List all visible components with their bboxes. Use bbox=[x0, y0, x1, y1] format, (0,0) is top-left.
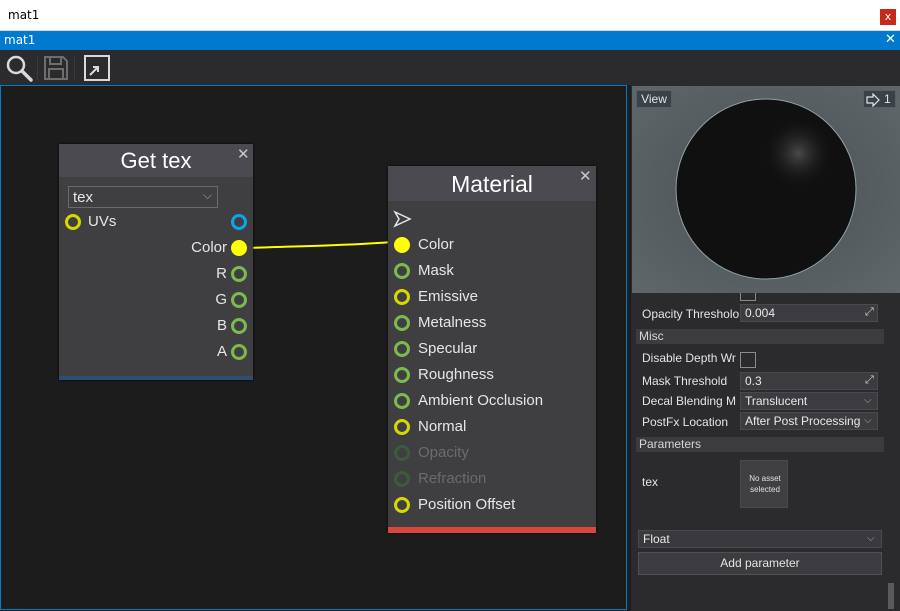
preview-overlay: View 1 bbox=[632, 86, 900, 293]
postfx-location-label: PostFx Location bbox=[642, 415, 729, 429]
send-icon bbox=[393, 210, 412, 228]
opacity-threshold-value: 0.004 bbox=[745, 306, 776, 320]
postfx-location-value: After Post Processing bbox=[745, 414, 861, 428]
pin-color-out[interactable] bbox=[231, 240, 247, 256]
tab-close-icon[interactable]: ✕ bbox=[885, 32, 896, 47]
lights-button[interactable]: 1 bbox=[863, 90, 896, 108]
mask-threshold-value: 0.3 bbox=[745, 374, 762, 388]
lights-count: 1 bbox=[884, 92, 891, 106]
pin-label-a: A bbox=[216, 343, 227, 360]
pin-r-out[interactable] bbox=[231, 266, 247, 282]
node-footer bbox=[388, 527, 596, 533]
pin-b-out[interactable] bbox=[231, 318, 247, 334]
disable-depth-label: Disable Depth Wr bbox=[642, 351, 736, 365]
node-material[interactable]: Material ✕ Color Mask Emissive Metalness Spe… bbox=[388, 166, 596, 533]
pin-label-normal: Normal bbox=[418, 418, 467, 435]
parameter-type-select[interactable]: Float bbox=[638, 530, 882, 548]
add-parameter-button[interactable]: Add parameter bbox=[638, 552, 882, 575]
pin-label-roughness: Roughness bbox=[418, 366, 494, 383]
mask-threshold-label: Mask Threshold bbox=[642, 374, 728, 388]
node-get-tex[interactable]: Get tex ✕ tex ⌵ UVs Color R G B A bbox=[59, 144, 253, 380]
section-misc[interactable]: Misc bbox=[636, 329, 884, 344]
decal-blending-label: Decal Blending M bbox=[642, 394, 737, 408]
chevron-down-icon: ⌵ bbox=[867, 533, 875, 544]
parameter-name: tex bbox=[642, 475, 659, 489]
pin-emissive[interactable] bbox=[394, 289, 410, 305]
pin-a-out[interactable] bbox=[231, 344, 247, 360]
opacity-threshold-label: Opacity Thresholo bbox=[642, 307, 740, 321]
pin-normal[interactable] bbox=[394, 419, 410, 435]
pin-uvs[interactable] bbox=[65, 214, 81, 230]
pin-refraction[interactable] bbox=[394, 471, 410, 487]
dropdown-value: tex bbox=[73, 189, 94, 206]
pin-position-offset[interactable] bbox=[394, 497, 410, 513]
pin-ambient-occlusion[interactable] bbox=[394, 393, 410, 409]
pin-label-metalness: Metalness bbox=[418, 314, 487, 331]
pin-texture-out[interactable] bbox=[231, 214, 247, 230]
pin-metalness[interactable] bbox=[394, 315, 410, 331]
pin-label-mask: Mask bbox=[418, 262, 454, 279]
pin-g-out[interactable] bbox=[231, 292, 247, 308]
pin-label-opacity: Opacity bbox=[418, 444, 469, 461]
pin-specular[interactable] bbox=[394, 341, 410, 357]
texture-parameter-dropdown[interactable]: tex ⌵ bbox=[68, 186, 218, 208]
mask-threshold-field[interactable]: 0.3 bbox=[740, 372, 878, 390]
decal-blending-select[interactable]: Translucent bbox=[740, 392, 878, 410]
pin-label-ambient-occlusion: Ambient Occlusion bbox=[418, 392, 544, 409]
window-close-button[interactable]: x bbox=[880, 9, 896, 25]
pin-label-position-offset: Position Offset bbox=[418, 496, 516, 513]
partial-checkbox[interactable] bbox=[740, 293, 756, 301]
pin-color[interactable] bbox=[394, 237, 410, 253]
pin-label-color: Color bbox=[418, 236, 454, 253]
decal-blending-value: Translucent bbox=[745, 394, 808, 408]
close-icon[interactable]: ✕ bbox=[237, 145, 250, 163]
resize-icon: ⤢ bbox=[865, 305, 874, 318]
pin-label-r: R bbox=[216, 265, 227, 282]
pin-label-color: Color bbox=[191, 239, 227, 256]
close-icon[interactable]: ✕ bbox=[579, 167, 592, 185]
chevron-down-icon: ⌵ bbox=[203, 188, 213, 202]
postfx-location-select[interactable]: After Post Processing bbox=[740, 412, 878, 430]
asset-picker[interactable]: No asset selected bbox=[740, 460, 788, 508]
pin-label-g: G bbox=[215, 291, 227, 308]
section-parameters[interactable]: Parameters bbox=[636, 437, 884, 452]
arrow-right-icon bbox=[866, 93, 880, 107]
pin-opacity[interactable] bbox=[394, 445, 410, 461]
view-menu-button[interactable]: View bbox=[636, 90, 672, 108]
pin-mask[interactable] bbox=[394, 263, 410, 279]
pin-label-b: B bbox=[216, 317, 227, 334]
opacity-threshold-field[interactable]: 0.004 bbox=[740, 304, 878, 322]
node-title[interactable]: Material bbox=[388, 166, 596, 201]
scrollbar[interactable] bbox=[888, 583, 894, 609]
node-title[interactable]: Get tex bbox=[59, 144, 253, 177]
pin-label-uvs: UVs bbox=[88, 213, 117, 230]
pin-label-refraction: Refraction bbox=[418, 470, 487, 487]
resize-icon: ⤢ bbox=[865, 373, 874, 386]
disable-depth-checkbox[interactable] bbox=[740, 352, 756, 368]
chevron-down-icon: ⌵ bbox=[864, 395, 872, 406]
node-footer bbox=[59, 376, 253, 380]
wire-color-to-color bbox=[247, 241, 394, 249]
asset-picker-text: No asset selected bbox=[749, 474, 781, 494]
pin-label-specular: Specular bbox=[418, 340, 478, 357]
chevron-down-icon: ⌵ bbox=[864, 415, 872, 426]
parameter-type-value: Float bbox=[643, 532, 670, 546]
pin-label-emissive: Emissive bbox=[418, 288, 479, 305]
pin-roughness[interactable] bbox=[394, 367, 410, 383]
